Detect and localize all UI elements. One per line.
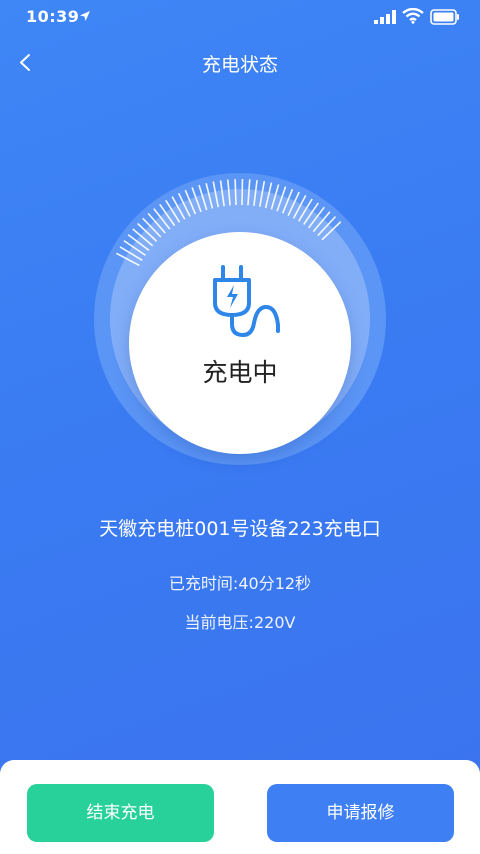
location-arrow-icon xyxy=(80,11,90,21)
charged-time: 已充时间:40分12秒 xyxy=(0,570,480,594)
navigation-bar: 充电状态 xyxy=(0,38,480,86)
charged-time-value: 40分12秒 xyxy=(238,574,312,593)
cellular-signal-icon xyxy=(374,10,396,24)
current-voltage: 当前电压:220V xyxy=(0,609,480,633)
charging-plug-icon xyxy=(213,265,280,338)
action-panel: 结束充电 申请报修 xyxy=(0,760,480,854)
status-bar: 10:39 xyxy=(0,0,480,34)
device-name: 天徽充电桩001号设备223充电口 xyxy=(99,518,381,540)
page-title: 充电状态 xyxy=(201,54,278,76)
end-charging-button[interactable]: 结束充电 xyxy=(27,784,214,842)
request-repair-button[interactable]: 申请报修 xyxy=(267,784,454,842)
charged-time-label: 已充时间: xyxy=(168,574,239,593)
battery-icon xyxy=(430,9,459,25)
wifi-icon xyxy=(402,8,424,24)
voltage-value: 220V xyxy=(253,613,296,632)
voltage-label: 当前电压: xyxy=(184,613,254,632)
charging-status-label: 充电中 xyxy=(202,358,278,387)
charging-progress-ring: 充电中 xyxy=(90,165,390,473)
progress-tick xyxy=(234,179,237,206)
status-time: 10:39 xyxy=(26,7,80,26)
charging-status-disc: 充电中 xyxy=(129,232,351,454)
